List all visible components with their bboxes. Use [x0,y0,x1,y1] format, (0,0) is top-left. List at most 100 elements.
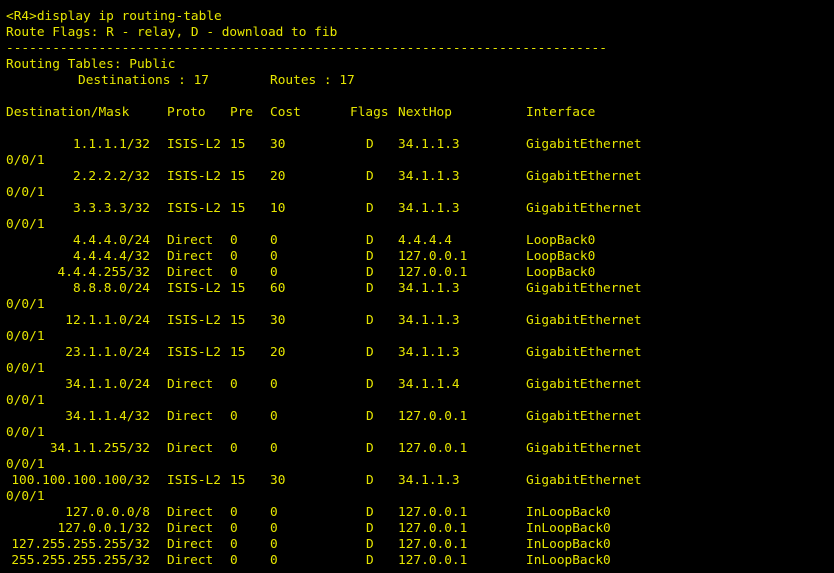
table-row: 12.1.1.0/24 ISIS-L2 15 30 D 34.1.1.3 GigabitEt… [6,313,834,329]
route-flags: D [366,249,374,264]
route-destination: 4.4.4.4/32 [72,249,150,264]
route-preference: 15 [230,473,246,488]
route-destination: 1.1.1.1/32 [72,137,150,152]
route-flags: D [366,201,374,216]
table-row: 4.4.4.4/32 Direct 0 0 D 127.0.0.1 LoopBack0 [6,249,834,265]
route-destination: 127.255.255.255/32 [11,537,150,552]
route-interface: InLoopBack0 [526,553,611,568]
table-row: 23.1.1.0/24 ISIS-L2 15 20 D 34.1.1.3 GigabitEt… [6,345,834,361]
route-destination: 100.100.100.100/32 [11,473,150,488]
route-proto: Direct [167,377,214,392]
route-cost: 60 [270,281,286,296]
table-row: 34.1.1.0/24 Direct 0 0 D 34.1.1.4 GigabitEther… [6,377,834,393]
route-nexthop: 127.0.0.1 [398,409,468,424]
route-preference: 0 [230,553,238,568]
route-proto: Direct [167,553,214,568]
route-interface-wrap: 0/0/1 [6,153,45,168]
route-interface-wrap: 0/0/1 [6,297,45,312]
col-destination: Destination/Mask [6,105,130,120]
route-flags: D [366,537,374,552]
route-preference: 0 [230,249,238,264]
route-interface: InLoopBack0 [526,505,611,520]
route-interface: LoopBack0 [526,249,596,264]
route-interface-wrap: 0/0/1 [6,217,45,232]
route-interface: GigabitEthernet [526,409,642,424]
route-destination: 127.0.0.0/8 [65,505,150,520]
route-cost: 30 [270,313,286,328]
command-prompt: <R4>display ip routing-table [6,9,222,24]
route-cost: 0 [270,377,278,392]
route-preference: 15 [230,345,246,360]
route-nexthop: 34.1.1.3 [398,345,460,360]
route-nexthop: 34.1.1.3 [398,281,460,296]
route-interface: GigabitEthernet [526,281,642,296]
route-flags: D [366,345,374,360]
route-proto: Direct [167,265,214,280]
route-interface-wrap: 0/0/1 [6,361,45,376]
route-proto: Direct [167,441,214,456]
route-interface: InLoopBack0 [526,521,611,536]
route-preference: 0 [230,233,238,248]
route-destination: 8.8.8.0/24 [72,281,150,296]
route-interface: GigabitEthernet [526,137,642,152]
route-cost: 30 [270,137,286,152]
route-nexthop: 127.0.0.1 [398,249,468,264]
route-flags: D [366,441,374,456]
route-nexthop: 34.1.1.3 [398,137,460,152]
route-nexthop: 34.1.1.3 [398,169,460,184]
route-nexthop: 34.1.1.3 [398,473,460,488]
route-interface-wrap: 0/0/1 [6,329,45,344]
route-preference: 0 [230,521,238,536]
route-preference: 0 [230,377,238,392]
route-destination: 12.1.1.0/24 [65,313,150,328]
route-proto: ISIS-L2 [167,313,221,328]
route-destination: 4.4.4.0/24 [72,233,150,248]
route-proto: ISIS-L2 [167,281,221,296]
table-row: 8.8.8.0/24 ISIS-L2 15 60 D 34.1.1.3 GigabitEth… [6,281,834,297]
route-proto: Direct [167,233,214,248]
col-nexthop: NextHop [398,105,452,120]
route-interface: GigabitEthernet [526,377,642,392]
route-preference: 15 [230,169,246,184]
route-flags: D [366,313,374,328]
route-proto: Direct [167,505,214,520]
route-proto: ISIS-L2 [167,345,221,360]
route-preference: 0 [230,265,238,280]
route-interface: GigabitEthernet [526,201,642,216]
table-row: 100.100.100.100/32 ISIS-L2 15 30 D 34.1.1.3 Gi… [6,473,834,489]
route-flags: D [366,409,374,424]
route-proto: ISIS-L2 [167,169,221,184]
route-cost: 0 [270,505,278,520]
route-destination: 255.255.255.255/32 [11,553,150,568]
route-interface: LoopBack0 [526,265,596,280]
route-nexthop: 127.0.0.1 [398,537,468,552]
route-destination: 34.1.1.255/32 [49,441,150,456]
route-destination: 4.4.4.255/32 [57,265,150,280]
route-nexthop: 127.0.0.1 [398,553,468,568]
terminal-window[interactable]: <R4>display ip routing-table Route Flags… [0,0,834,573]
col-proto: Proto [167,105,206,120]
route-flags: D [366,233,374,248]
route-interface-wrap: 0/0/1 [6,393,45,408]
route-nexthop: 34.1.1.4 [398,377,460,392]
route-cost: 0 [270,553,278,568]
table-row: 1.1.1.1/32 ISIS-L2 15 30 D 34.1.1.3 GigabitEth… [6,137,834,153]
table-row: 4.4.4.255/32 Direct 0 0 D 127.0.0.1 LoopBack0 [6,265,834,281]
route-proto: ISIS-L2 [167,473,221,488]
route-cost: 0 [270,537,278,552]
col-pre: Pre [230,105,254,120]
route-preference: 15 [230,137,246,152]
table-row: 4.4.4.0/24 Direct 0 0 D 4.4.4.4 LoopBack0 [6,233,834,249]
table-row: 127.0.0.0/8 Direct 0 0 D 127.0.0.1 InLoopBack0 [6,505,834,521]
route-interface-wrap: 0/0/1 [6,457,45,472]
route-nexthop: 127.0.0.1 [398,265,468,280]
route-interface-wrap: 0/0/1 [6,185,45,200]
routes-count: Routes : 17 [270,73,355,88]
route-destination: 34.1.1.0/24 [65,377,150,392]
route-interface: GigabitEthernet [526,441,642,456]
route-flags: D [366,377,374,392]
destinations-count: Destinations : 17 [78,73,209,88]
route-proto: Direct [167,537,214,552]
